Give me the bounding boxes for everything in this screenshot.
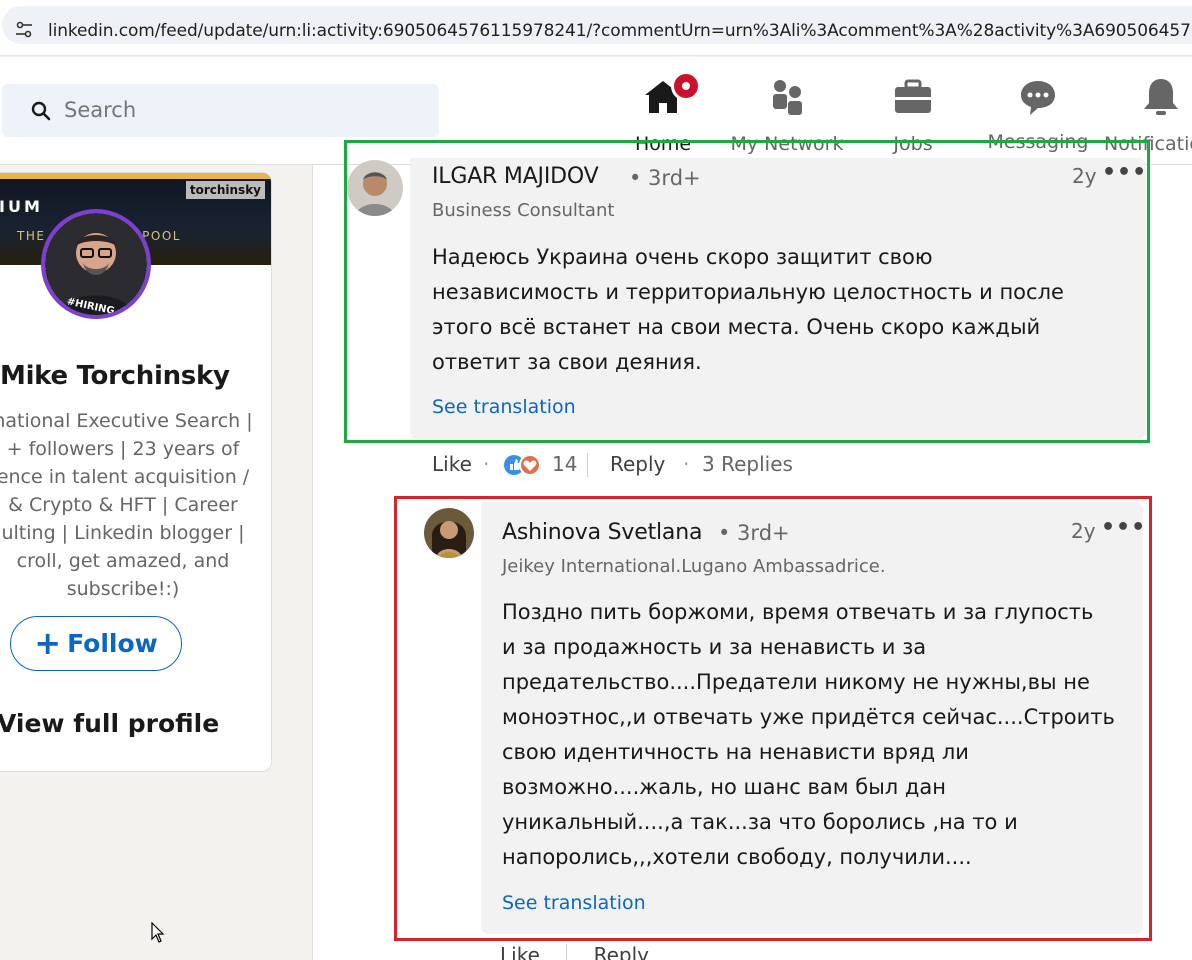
headline-line: + followers | 23 years of — [6, 438, 240, 460]
reactions-icon[interactable] — [502, 452, 546, 480]
reply-button[interactable]: Reply — [594, 943, 649, 960]
reply-actions: Like Reply — [500, 943, 649, 960]
view-full-profile-link[interactable]: View full profile — [0, 709, 219, 738]
search-icon — [31, 101, 51, 121]
like-button[interactable]: Like — [432, 452, 472, 476]
follow-button[interactable]: + Follow — [10, 616, 182, 671]
briefcase-icon — [895, 79, 931, 113]
mouse-cursor-icon — [151, 922, 165, 943]
headline-line: ulting | Linkedin blogger | — [1, 522, 245, 544]
follow-label: Follow — [67, 629, 158, 658]
messaging-icon — [1021, 81, 1055, 115]
search-input[interactable] — [64, 98, 364, 122]
divider — [566, 944, 568, 960]
divider — [587, 453, 588, 477]
headline-line: ence in talent acquisition / — [0, 466, 250, 488]
network-icon — [773, 80, 802, 115]
replies-count-link[interactable]: 3 Replies — [702, 452, 793, 476]
headline-line: croll, get amazed, and — [16, 550, 230, 572]
person-portrait-icon: #HIRING — [45, 213, 147, 315]
browser-toolbar: linkedin.com/feed/update/urn:li:activity… — [0, 0, 1192, 56]
search-box[interactable] — [2, 84, 439, 137]
headline-line: & Crypto & HFT | Career — [8, 494, 238, 516]
notification-dot — [671, 71, 701, 101]
headline-line: national Executive Search | — [0, 410, 253, 432]
profile-name[interactable]: Mike Torchinsky — [0, 361, 271, 391]
banner-word: IUM — [0, 197, 43, 216]
banner-accent — [0, 173, 271, 179]
site-info-icon[interactable] — [14, 20, 34, 40]
screenshot-stage: linkedin.com/feed/update/urn:li:activity… — [0, 0, 1192, 960]
bell-icon — [1144, 79, 1178, 115]
highlight-box-green — [344, 140, 1150, 443]
separator-dot: · — [483, 452, 490, 476]
address-bar[interactable]: linkedin.com/feed/update/urn:li:activity… — [2, 6, 1192, 44]
reply-button[interactable]: Reply — [610, 452, 665, 476]
plus-icon: + — [34, 624, 62, 662]
headline-line: subscribe!:) — [66, 578, 180, 600]
like-button[interactable]: Like — [500, 943, 540, 960]
profile-avatar[interactable]: #HIRING — [41, 209, 151, 319]
highlight-box-red — [394, 496, 1152, 941]
profile-headline: national Executive Search | + followers … — [0, 407, 271, 603]
url-text[interactable]: linkedin.com/feed/update/urn:li:activity… — [48, 21, 1192, 41]
separator-dot: · — [683, 452, 690, 476]
reaction-count[interactable]: 14 — [552, 452, 577, 476]
banner-tag: torchinsky — [185, 181, 265, 199]
profile-card: IUM THE · · · TALENT POOL torchinsky #HI… — [0, 172, 272, 772]
